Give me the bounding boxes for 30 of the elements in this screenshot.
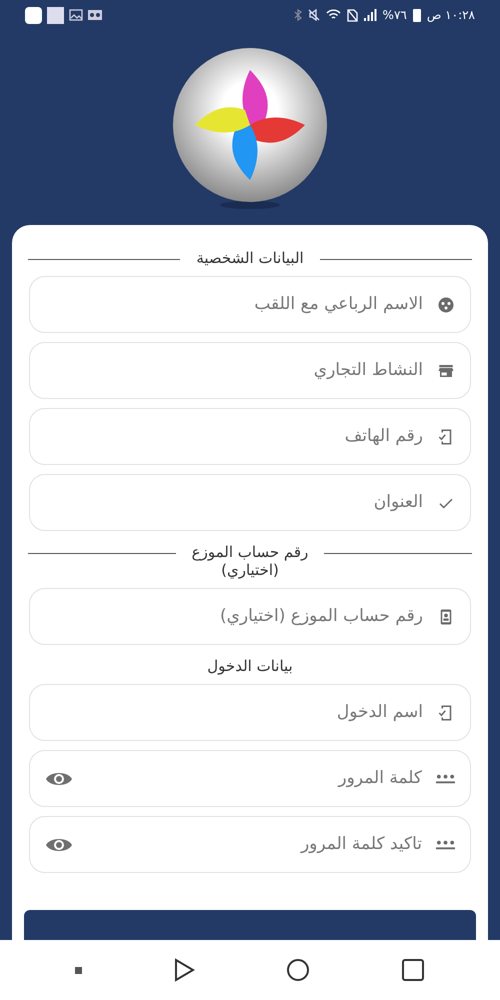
mute-icon: [308, 9, 320, 21]
signal-icon: [364, 9, 377, 21]
battery-percent: %٧٦: [382, 7, 407, 24]
input-field[interactable]: رقم حساب الموزع (اختياري): [29, 588, 471, 645]
password-field[interactable]: كلمة المرور: [29, 750, 471, 807]
voicemail-icon: [88, 10, 102, 20]
clock: ١٠:٢٨ ص: [426, 7, 475, 24]
password-dots-icon: [436, 774, 455, 784]
bluetooth-icon: [294, 9, 302, 21]
section-title: بيانات الدخول: [207, 657, 293, 675]
section-title: البيانات الشخصية: [196, 249, 304, 267]
section-title: رقم حساب الموزع: [192, 543, 308, 561]
no-sim-icon: [346, 8, 358, 22]
notification-icon: [47, 6, 64, 24]
password-field[interactable]: تاكيد كلمة المرور: [29, 816, 471, 873]
battery-icon: [412, 8, 421, 22]
back-icon[interactable]: [173, 958, 196, 982]
palette-icon: [437, 296, 455, 314]
section-title: (اختياري): [221, 561, 279, 579]
password-dots-icon: [436, 840, 455, 850]
notification-icon: [25, 6, 42, 24]
home-icon[interactable]: [286, 958, 310, 982]
wifi-icon: [326, 9, 341, 21]
input-field[interactable]: النشاط التجاري: [29, 342, 471, 399]
input-field[interactable]: رقم الهاتف: [29, 408, 471, 465]
image-icon: [69, 9, 83, 21]
input-field[interactable]: اسم الدخول: [29, 684, 471, 741]
input-field[interactable]: العنوان: [29, 474, 471, 531]
recents-icon[interactable]: [400, 958, 425, 982]
input-field[interactable]: الاسم الرباعي مع اللقب: [29, 276, 471, 333]
